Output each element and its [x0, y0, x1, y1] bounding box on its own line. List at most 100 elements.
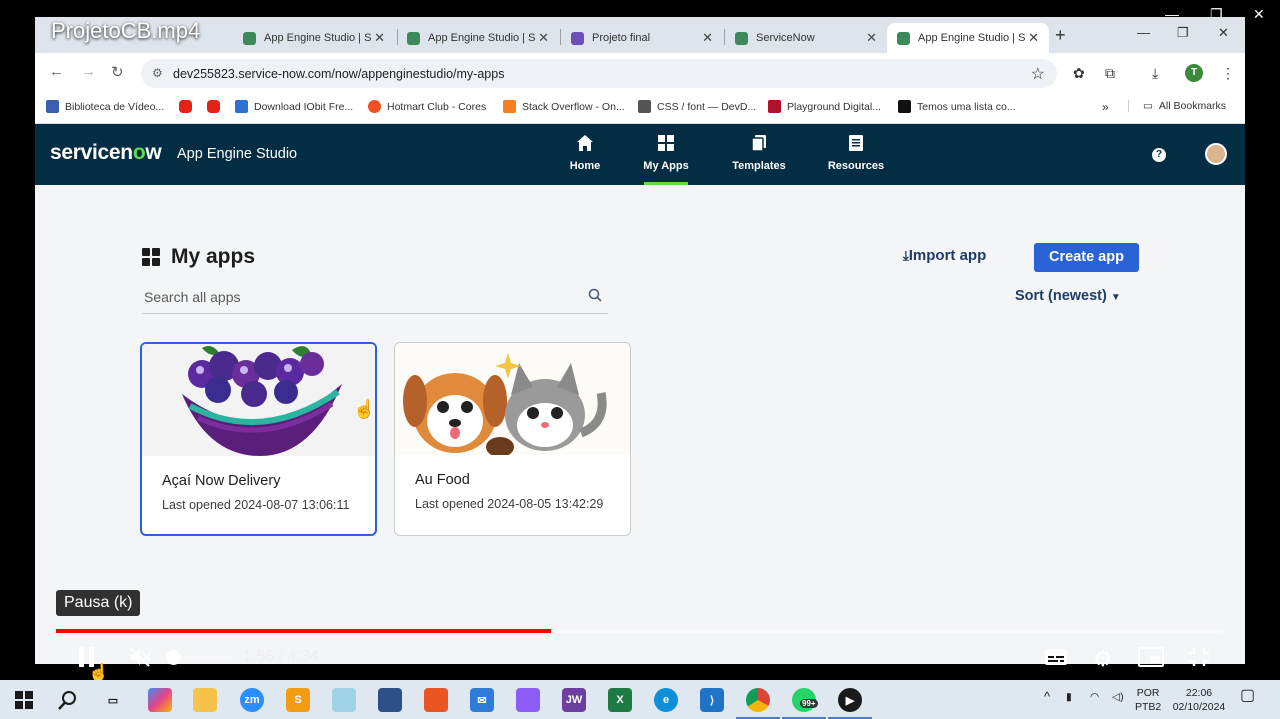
- bookmark-favicon-icon: [503, 100, 516, 113]
- browser-tab[interactable]: App Engine Studio | S ✕: [233, 23, 395, 53]
- close-icon[interactable]: ✕: [1253, 6, 1265, 23]
- bookmark-label: Stack Overflow - On...: [522, 100, 625, 113]
- all-bookmarks-label: All Bookmarks: [1158, 100, 1227, 112]
- zoom-icon[interactable]: zm: [240, 688, 264, 712]
- forward-icon[interactable]: →: [81, 63, 96, 80]
- bookmark-item[interactable]: [179, 100, 198, 113]
- media-player-icon[interactable]: ▶: [828, 688, 872, 719]
- app-icon[interactable]: [332, 688, 356, 712]
- close-tab-icon[interactable]: ✕: [866, 30, 877, 46]
- task-view-icon[interactable]: ▭: [101, 688, 125, 712]
- browser-tab[interactable]: ServiceNow ✕: [725, 23, 887, 53]
- bookmark-item[interactable]: Stack Overflow - On...: [503, 100, 625, 113]
- mail-icon[interactable]: ✉: [470, 688, 494, 712]
- language-indicator[interactable]: POR PTB2: [1135, 686, 1161, 714]
- bookmark-item[interactable]: [207, 100, 226, 113]
- create-app-button[interactable]: Create app: [1034, 243, 1139, 272]
- subtitles-icon[interactable]: [1044, 648, 1068, 671]
- search-input[interactable]: Search all apps: [142, 284, 608, 314]
- all-bookmarks-button[interactable]: ▭ All Bookmarks: [1128, 100, 1226, 112]
- import-app-button[interactable]: ⤓Import app: [903, 247, 986, 264]
- jw-icon[interactable]: JW: [562, 688, 586, 712]
- site-info-icon[interactable]: ⚙: [152, 66, 163, 80]
- bookmark-item[interactable]: Temos uma lista co...: [898, 100, 1016, 113]
- sort-dropdown[interactable]: Sort (newest) ▼: [1015, 288, 1121, 304]
- bookmark-item[interactable]: Playground Digital...: [768, 100, 881, 113]
- bookmark-item[interactable]: Hotmart Club - Cores: [368, 100, 486, 113]
- ubuntu-icon[interactable]: [424, 688, 448, 712]
- volume-knob[interactable]: [166, 650, 181, 665]
- nav-home[interactable]: Home: [545, 134, 625, 172]
- bookmark-star-icon[interactable]: ☆: [1031, 64, 1045, 84]
- bookmark-label: Biblioteca de Vídeo...: [65, 100, 165, 113]
- more-bookmarks-icon[interactable]: »: [1102, 100, 1109, 114]
- nav-resources[interactable]: Resources: [816, 134, 896, 172]
- bookmark-item[interactable]: Biblioteca de Vídeo...: [46, 100, 164, 113]
- app-thumbnail: [142, 344, 375, 456]
- chevron-up-icon[interactable]: ^: [1044, 690, 1050, 704]
- miniplayer-icon[interactable]: [1138, 647, 1164, 672]
- browser-tab[interactable]: Projeto final ✕: [561, 23, 723, 53]
- extension-icon[interactable]: ✿: [1073, 65, 1085, 82]
- page-title: My apps: [142, 245, 255, 269]
- chrome-icon[interactable]: [736, 688, 780, 719]
- tab-title: Projeto final: [592, 32, 651, 44]
- muted-speaker-icon[interactable]: [129, 647, 151, 672]
- menu-kebab-icon[interactable]: ⋮: [1221, 65, 1235, 82]
- excel-icon[interactable]: X: [608, 688, 632, 712]
- search-icon[interactable]: [588, 288, 602, 305]
- close-tab-icon[interactable]: ✕: [538, 30, 549, 46]
- copilot-icon[interactable]: [148, 688, 172, 712]
- close-tab-icon[interactable]: ✕: [374, 30, 385, 46]
- vscode-icon[interactable]: ⟩: [700, 688, 724, 712]
- download-icon[interactable]: ⤓: [1152, 65, 1158, 82]
- sublime-text-icon[interactable]: S: [286, 688, 310, 712]
- whatsapp-icon[interactable]: 99+: [782, 688, 826, 719]
- app-header: servicenow App Engine Studio Home My App…: [35, 124, 1245, 185]
- bookmark-favicon-icon: [46, 100, 59, 113]
- bookmark-item[interactable]: CSS / font — DevD...: [638, 100, 756, 113]
- browser-minimize-icon[interactable]: —: [1137, 25, 1150, 40]
- search-icon[interactable]: [56, 688, 80, 712]
- speaker-icon[interactable]: ◁): [1112, 690, 1124, 704]
- reload-icon[interactable]: ↻: [111, 63, 124, 81]
- file-explorer-icon[interactable]: [193, 688, 217, 712]
- profile-avatar[interactable]: T: [1185, 64, 1203, 82]
- edge-icon[interactable]: e: [654, 688, 678, 712]
- tab-favicon-icon: [243, 31, 256, 45]
- app-last-opened: Last opened 2024-08-05 13:42:29: [415, 497, 604, 511]
- close-tab-icon[interactable]: ✕: [1028, 30, 1039, 46]
- browser-close-icon[interactable]: ✕: [1218, 25, 1229, 41]
- app-icon[interactable]: [516, 688, 540, 712]
- browser-tab[interactable]: App Engine Studio | S ✕: [397, 23, 559, 53]
- battery-icon[interactable]: ▮: [1066, 690, 1072, 704]
- seek-bar[interactable]: [56, 629, 1223, 633]
- app-icon[interactable]: [378, 688, 402, 712]
- bookmark-item[interactable]: Download IObit Fre...: [235, 100, 353, 113]
- url-bar[interactable]: ⚙ dev255823.service-now.com/now/appengin…: [141, 59, 1057, 88]
- volume-slider[interactable]: [166, 650, 233, 665]
- app-card[interactable]: Açaí Now Delivery Last opened 2024-08-07…: [140, 342, 377, 536]
- exit-fullscreen-icon[interactable]: [1188, 647, 1210, 672]
- nav-templates[interactable]: Templates: [719, 134, 799, 172]
- app-card[interactable]: Au Food Last opened 2024-08-05 13:42:29: [394, 342, 631, 536]
- servicenow-logo[interactable]: servicenow: [50, 141, 162, 165]
- nav-my-apps[interactable]: My Apps: [626, 134, 706, 185]
- new-tab-icon[interactable]: +: [1055, 25, 1066, 46]
- close-tab-icon[interactable]: ✕: [702, 30, 713, 46]
- clock[interactable]: 22:06 02/10/2024: [1170, 686, 1228, 714]
- tab-favicon-icon: [735, 31, 748, 45]
- browser-restore-icon[interactable]: ❐: [1177, 25, 1189, 41]
- notifications-icon[interactable]: ▢: [1240, 688, 1255, 704]
- app-name: Au Food: [415, 472, 470, 488]
- search-placeholder: Search all apps: [144, 289, 241, 305]
- windows-start-icon[interactable]: [12, 688, 36, 712]
- back-icon[interactable]: ←: [49, 63, 64, 80]
- video-frame[interactable]: App Engine Studio | S ✕ App Engine Studi…: [35, 17, 1245, 664]
- browser-tab-active[interactable]: App Engine Studio | S ✕: [887, 23, 1049, 53]
- help-icon[interactable]: ?: [1152, 148, 1166, 162]
- settings-gear-icon[interactable]: ⚙: [1093, 646, 1113, 672]
- wifi-icon[interactable]: ◠: [1090, 690, 1099, 704]
- extensions-puzzle-icon[interactable]: ⧉: [1105, 65, 1115, 82]
- user-avatar[interactable]: [1205, 143, 1227, 165]
